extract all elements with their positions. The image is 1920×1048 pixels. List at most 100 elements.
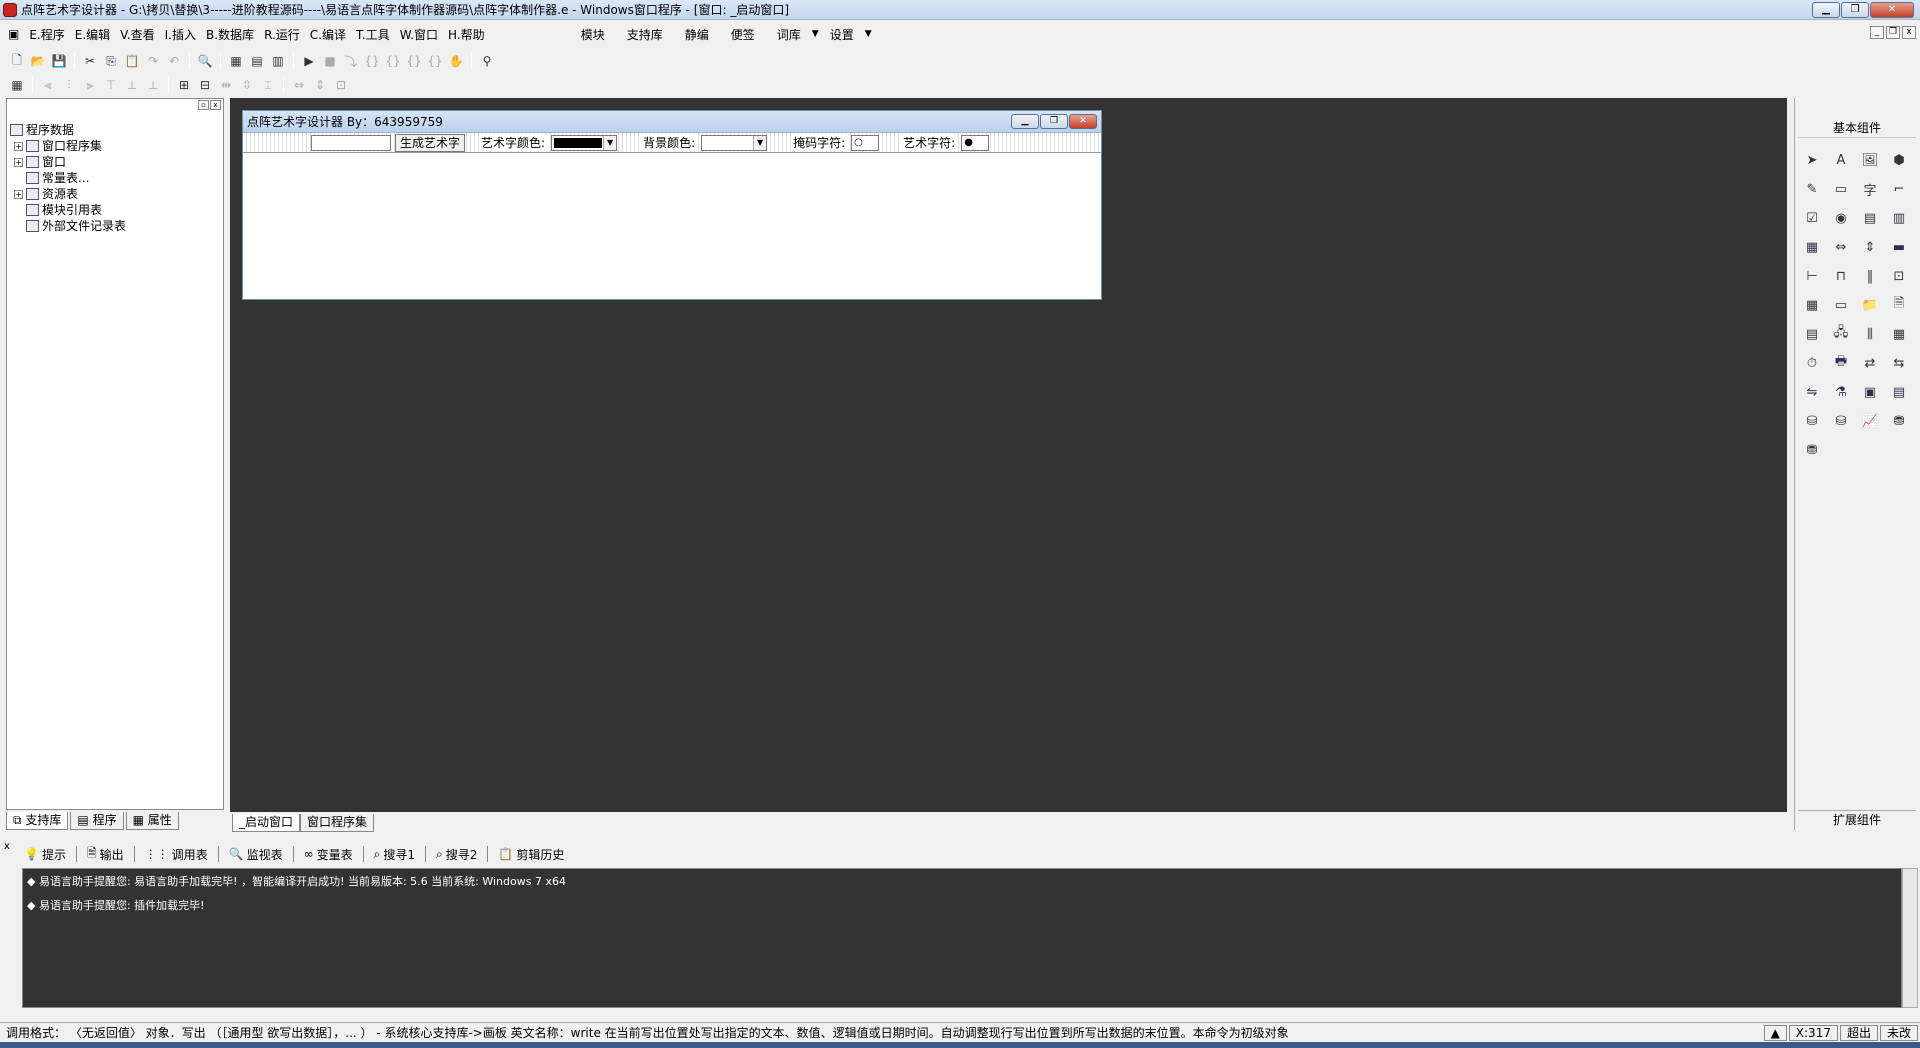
menu-program[interactable]: E.程序: [24, 26, 69, 43]
image-box-icon[interactable]: ⊡: [1887, 264, 1911, 288]
menu-database[interactable]: B.数据库: [201, 26, 259, 43]
splitter-icon[interactable]: ⫼: [1858, 322, 1882, 346]
space-v-icon[interactable]: ⇳: [238, 76, 256, 94]
step-3-icon[interactable]: {}: [384, 52, 402, 70]
panel-close-button[interactable]: x: [210, 100, 221, 110]
bg-color-select[interactable]: ▼: [701, 134, 768, 151]
toolbar-icon[interactable]: ▤: [1800, 322, 1824, 346]
chart-icon[interactable]: 📈: [1858, 409, 1882, 433]
data-link-2-icon[interactable]: ⇆: [1887, 351, 1911, 375]
same-size-icon[interactable]: ⊡: [332, 76, 350, 94]
table-icon[interactable]: ▦: [1887, 322, 1911, 346]
groupbox-icon[interactable]: ▭: [1829, 177, 1853, 201]
combobox-icon[interactable]: ▥: [1887, 206, 1911, 230]
step-5-icon[interactable]: {}: [426, 52, 444, 70]
editbox-icon[interactable]: ✎: [1800, 177, 1824, 201]
mdi-minimize-button[interactable]: _: [1870, 26, 1884, 39]
design-window-titlebar[interactable]: 点阵艺术字设计器 By：643959759 ▁ ❐ ✕: [243, 111, 1101, 133]
radio-icon[interactable]: ◉: [1829, 206, 1853, 230]
tree-item-window[interactable]: + 窗口: [10, 154, 126, 170]
tree-item-constants[interactable]: 常量表...: [10, 170, 126, 186]
art-char-input[interactable]: ●: [961, 134, 990, 151]
slider-icon[interactable]: ⊢: [1800, 264, 1824, 288]
network-icon[interactable]: 🖧: [1829, 322, 1853, 346]
same-height-icon[interactable]: ⇕: [311, 76, 329, 94]
mask-char-input[interactable]: ○: [851, 134, 880, 151]
layout-2-icon[interactable]: ▤: [248, 52, 266, 70]
menu-insert[interactable]: I.插入: [160, 26, 201, 43]
tab-watch-table[interactable]: 🔍 监视表: [225, 846, 287, 863]
checkbox-icon[interactable]: ☑: [1800, 206, 1824, 230]
menu-support-lib[interactable]: 支持库: [616, 26, 674, 43]
tree-root[interactable]: 程序数据: [10, 122, 126, 138]
odbc-2-icon[interactable]: ⛃: [1800, 438, 1824, 462]
basic-components-title[interactable]: 基本组件: [1798, 118, 1916, 138]
button-icon[interactable]: ▭: [1829, 293, 1853, 317]
layout-3-icon[interactable]: ▥: [269, 52, 287, 70]
open-folder-icon[interactable]: 📂: [29, 52, 47, 70]
status-arrow-icon[interactable]: ▲: [1763, 1025, 1787, 1041]
expand-icon[interactable]: +: [14, 141, 23, 151]
scroll-v-icon[interactable]: ⇕: [1858, 235, 1882, 259]
design-minimize-button[interactable]: ▁: [1011, 114, 1039, 129]
generate-art-button[interactable]: 生成艺术字: [395, 133, 466, 152]
listview-icon[interactable]: ▦: [1800, 235, 1824, 259]
tab-clip-history[interactable]: 📋 剪辑历史: [494, 846, 568, 863]
align-right-icon[interactable]: ⫸: [81, 76, 99, 94]
text-char-icon[interactable]: 字: [1858, 177, 1882, 201]
space-eq-icon[interactable]: ⌶: [259, 76, 277, 94]
tab-window-program-set[interactable]: 窗口程序集: [300, 814, 375, 832]
shape-icon[interactable]: ⬢: [1887, 148, 1911, 172]
data-link-1-icon[interactable]: ⇄: [1858, 351, 1882, 375]
scroll-h-icon[interactable]: ⇔: [1829, 235, 1853, 259]
hand-icon[interactable]: ✋: [447, 52, 465, 70]
tab-variable-table[interactable]: ∞ 变量表: [300, 846, 357, 863]
output-scrollbar[interactable]: [1902, 868, 1918, 1008]
menu-notes[interactable]: 便签: [720, 26, 766, 43]
db-1-icon[interactable]: ⛁: [1800, 409, 1824, 433]
design-window[interactable]: 点阵艺术字设计器 By：643959759 ▁ ❐ ✕ 生成艺术字 艺术字颜色:…: [242, 110, 1102, 300]
calendar-icon[interactable]: ▦: [1800, 293, 1824, 317]
tab-control-icon[interactable]: ⊓: [1829, 264, 1853, 288]
ruler-icon[interactable]: ‖: [1858, 264, 1882, 288]
step-2-icon[interactable]: {}: [363, 52, 381, 70]
dictionary-dropdown-icon[interactable]: ▼: [812, 29, 819, 39]
text-input[interactable]: [311, 134, 391, 151]
odbc-icon[interactable]: ⛃: [1887, 409, 1911, 433]
tab-startup-window[interactable]: _启动窗口: [232, 814, 301, 832]
same-width-icon[interactable]: ⇔: [290, 76, 308, 94]
picture-icon[interactable]: 🖼: [1858, 148, 1882, 172]
align-left-icon[interactable]: ⫷: [39, 76, 57, 94]
tree-item-external-files[interactable]: 外部文件记录表: [10, 218, 126, 234]
step-1-icon[interactable]: ⤵: [342, 52, 360, 70]
save-icon[interactable]: 💾: [50, 52, 68, 70]
expand-icon[interactable]: +: [14, 157, 23, 167]
expand-icon[interactable]: +: [14, 189, 23, 199]
mdi-restore-button[interactable]: ❐: [1886, 26, 1900, 39]
tab-hint[interactable]: 💡 提示: [20, 846, 70, 863]
space-h-icon[interactable]: ⇹: [217, 76, 235, 94]
tab-search-2[interactable]: ⌕ 搜寻2: [432, 846, 481, 863]
paste-icon[interactable]: 📋: [123, 52, 141, 70]
tab-program[interactable]: ▤ 程序: [70, 812, 124, 830]
center-v-icon[interactable]: ⊟: [196, 76, 214, 94]
grid-view-icon[interactable]: ▤: [1887, 380, 1911, 404]
tab-output[interactable]: 🗎 输出: [83, 844, 128, 865]
tree-item-resources[interactable]: + 资源表: [10, 186, 126, 202]
frame-icon[interactable]: ▣: [1858, 380, 1882, 404]
tree-item-modules[interactable]: 模块引用表: [10, 202, 126, 218]
line-icon[interactable]: ⌐: [1887, 177, 1911, 201]
db-2-icon[interactable]: ⛁: [1829, 409, 1853, 433]
menu-app-icon[interactable]: ▣: [0, 27, 24, 41]
menu-help[interactable]: H.帮助: [443, 26, 490, 43]
undo-icon[interactable]: ↶: [165, 52, 183, 70]
tab-properties[interactable]: ▦ 属性: [125, 812, 179, 830]
menu-window[interactable]: W.窗口: [395, 26, 443, 43]
menu-module[interactable]: 模块: [570, 26, 616, 43]
center-h-icon[interactable]: ⊞: [175, 76, 193, 94]
run-icon[interactable]: ▶: [300, 52, 318, 70]
menu-tools[interactable]: T.工具: [351, 26, 395, 43]
printer-icon[interactable]: 🖶: [1829, 351, 1853, 375]
progress-icon[interactable]: ▬: [1887, 235, 1911, 259]
tab-support-lib[interactable]: ⧉ 支持库: [6, 812, 69, 830]
